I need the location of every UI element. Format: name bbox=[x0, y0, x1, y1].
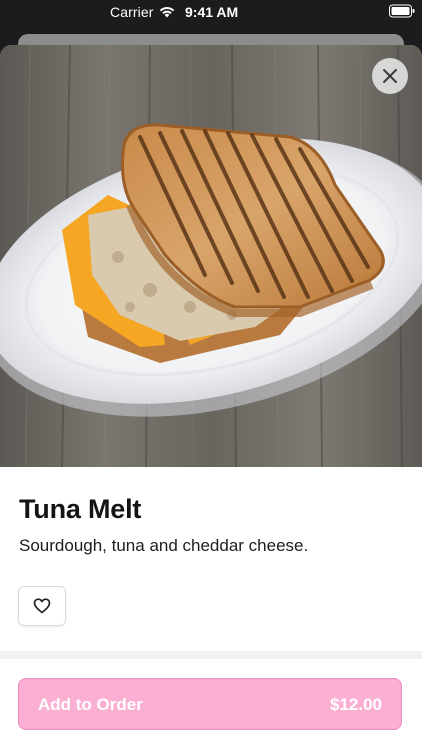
heart-icon bbox=[33, 598, 51, 614]
status-bar: Carrier 9:41 AM bbox=[0, 0, 422, 24]
add-to-order-label: Add to Order bbox=[38, 695, 143, 714]
sandwich-photo bbox=[0, 45, 422, 467]
item-description: Sourdough, tuna and cheddar cheese. bbox=[19, 536, 309, 555]
item-detail-sheet: Tuna Melt Sourdough, tuna and cheddar ch… bbox=[0, 45, 422, 750]
price-label: $12.00 bbox=[330, 695, 382, 714]
close-icon bbox=[383, 69, 397, 83]
carrier-label: Carrier bbox=[110, 4, 154, 20]
close-button[interactable] bbox=[372, 58, 408, 94]
favorite-button[interactable] bbox=[18, 586, 66, 626]
status-time: 9:41 AM bbox=[185, 4, 239, 20]
wifi-icon bbox=[158, 5, 176, 18]
battery-icon bbox=[389, 4, 415, 18]
add-to-order-button[interactable]: Add to Order $12.00 bbox=[18, 678, 402, 730]
item-title: Tuna Melt bbox=[19, 494, 142, 524]
section-divider bbox=[0, 651, 422, 659]
